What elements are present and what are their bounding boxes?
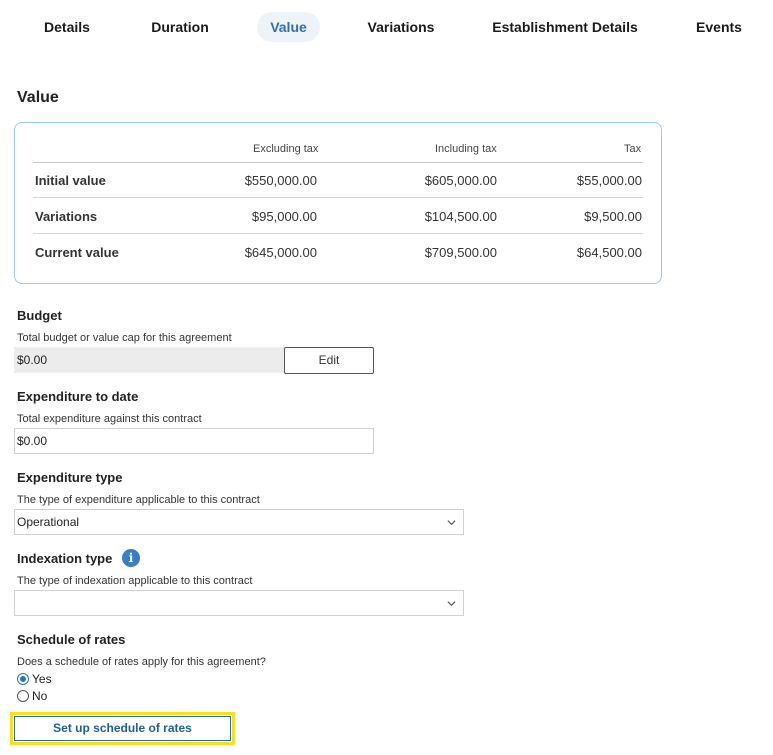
row-divider <box>33 197 643 198</box>
radio-no[interactable] <box>17 690 29 702</box>
tab-establishment-details[interactable]: Establishment Details <box>490 12 640 42</box>
header-excluding-tax: Excluding tax <box>253 143 319 155</box>
initial-including-tax: $605,000.00 <box>424 173 497 188</box>
tab-details[interactable]: Details <box>40 12 94 42</box>
variations-including-tax: $104,500.00 <box>424 209 497 224</box>
radio-no-label: No <box>32 689 48 703</box>
tab-events[interactable]: Events <box>690 12 748 42</box>
expenditure-type-help: The type of expenditure applicable to th… <box>17 494 260 506</box>
budget-help: Total budget or value cap for this agree… <box>17 332 232 344</box>
tab-bar: Details Duration Value Variations Establ… <box>0 12 773 42</box>
current-excluding-tax: $645,000.00 <box>244 245 317 260</box>
initial-excluding-tax: $550,000.00 <box>244 173 317 188</box>
tab-duration[interactable]: Duration <box>147 12 213 42</box>
row-label-initial-value: Initial value <box>35 173 106 188</box>
current-tax: $64,500.00 <box>576 245 642 260</box>
radio-yes[interactable] <box>17 673 29 685</box>
header-including-tax: Including tax <box>435 143 497 155</box>
variations-excluding-tax: $95,000.00 <box>251 209 317 224</box>
indexation-type-select[interactable] <box>14 590 464 616</box>
row-divider <box>33 233 643 234</box>
expenditure-type-title: Expenditure type <box>17 470 123 485</box>
header-tax: Tax <box>624 143 642 155</box>
budget-title: Budget <box>17 308 62 323</box>
row-label-variations: Variations <box>35 209 98 224</box>
value-summary-card: Excluding tax Including tax Tax Initial … <box>14 122 662 284</box>
budget-field: $0.00 <box>14 347 284 373</box>
variations-tax: $9,500.00 <box>584 209 642 224</box>
table-header-divider <box>33 162 643 163</box>
chevron-down-icon <box>447 520 456 526</box>
indexation-type-title: Indexation type <box>17 551 113 566</box>
expenditure-type-selected: Operational <box>17 515 80 529</box>
tab-value[interactable]: Value <box>257 12 320 42</box>
indexation-type-help: The type of indexation applicable to thi… <box>17 575 253 587</box>
edit-budget-button[interactable]: Edit <box>284 347 374 374</box>
expenditure-to-date-input[interactable]: $0.00 <box>14 428 374 454</box>
section-title: Value <box>17 89 59 106</box>
current-including-tax: $709,500.00 <box>424 245 497 260</box>
set-up-schedule-of-rates-button[interactable]: Set up schedule of rates <box>14 716 231 741</box>
expenditure-type-select[interactable]: Operational <box>14 509 464 535</box>
chevron-down-icon <box>447 601 456 607</box>
initial-tax: $55,000.00 <box>576 173 642 188</box>
tab-variations[interactable]: Variations <box>363 12 439 42</box>
expenditure-help: Total expenditure against this contract <box>17 413 202 425</box>
expenditure-title: Expenditure to date <box>17 389 139 404</box>
schedule-title: Schedule of rates <box>17 632 126 647</box>
radio-yes-label: Yes <box>32 672 52 686</box>
row-label-current-value: Current value <box>35 245 119 260</box>
schedule-question: Does a schedule of rates apply for this … <box>17 656 266 668</box>
info-icon[interactable]: i <box>122 549 140 567</box>
